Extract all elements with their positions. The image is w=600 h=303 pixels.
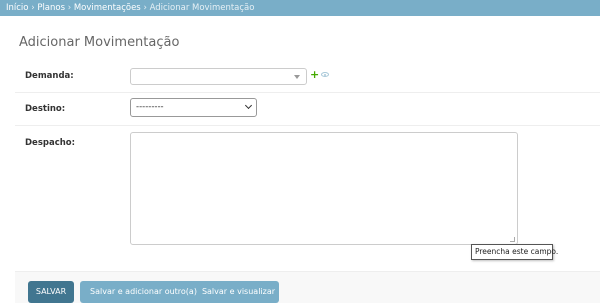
demanda-select[interactable] — [130, 68, 307, 85]
destino-select[interactable]: --------- — [130, 98, 257, 117]
breadcrumb: Início › Planos › Movimentações › Adicio… — [0, 0, 600, 16]
form-row-destino: Destino: --------- — [15, 93, 600, 126]
breadcrumb-home-link[interactable]: Início — [6, 3, 29, 13]
destino-label: Destino: — [25, 104, 66, 114]
breadcrumb-separator: › — [31, 3, 35, 13]
resize-handle-icon[interactable] — [510, 237, 515, 242]
breadcrumb-current: Adicionar Movimentação — [149, 3, 255, 13]
destino-select-value: --------- — [136, 102, 164, 112]
eye-icon[interactable] — [321, 72, 329, 77]
breadcrumb-movements-link[interactable]: Movimentações — [74, 3, 141, 13]
breadcrumb-separator: › — [143, 3, 147, 13]
submit-row: SALVAR Salvar e adicionar outro(a) Salva… — [15, 271, 600, 303]
despacho-textarea[interactable] — [130, 132, 518, 245]
plus-icon[interactable]: + — [310, 69, 319, 81]
demanda-label: Demanda: — [25, 71, 74, 81]
save-button[interactable]: SALVAR — [28, 281, 74, 303]
chevron-down-icon — [244, 101, 253, 110]
form-row-demanda: Demanda: + — [15, 60, 600, 93]
page-title: Adicionar Movimentação — [19, 35, 180, 50]
breadcrumb-separator: › — [67, 3, 72, 13]
breadcrumb-plans-link[interactable]: Planos — [37, 3, 65, 13]
chevron-down-icon — [294, 75, 300, 79]
save-and-view-button[interactable]: Salvar e visualizar — [198, 281, 279, 303]
despacho-label: Despacho: — [25, 138, 76, 148]
validation-tooltip: Preencha este campo. — [471, 244, 558, 260]
form-row-despacho: Despacho: — [15, 126, 600, 254]
save-and-add-another-button[interactable]: Salvar e adicionar outro(a) — [80, 281, 207, 303]
